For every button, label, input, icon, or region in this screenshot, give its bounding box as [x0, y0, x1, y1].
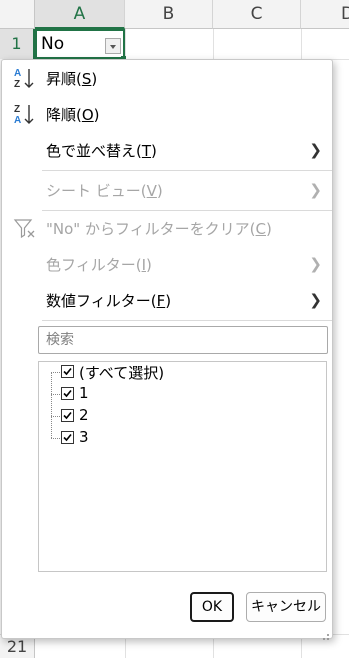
number-filter-label: 数値フィルター(F) [46, 292, 172, 310]
row-header-1[interactable]: 1 [0, 29, 35, 59]
column-label: C [250, 4, 263, 24]
color-filter-item: 色フィルター(I) ❯ [2, 246, 332, 282]
sort-descending-item[interactable]: Z A 降順(O) [2, 96, 332, 132]
chevron-right-icon: ❯ [309, 141, 322, 159]
chevron-right-icon: ❯ [309, 255, 322, 273]
chevron-right-icon: ❯ [309, 181, 322, 199]
list-item-label: 2 [79, 406, 89, 424]
list-item-label: 1 [79, 384, 89, 402]
color-filter-label: 色フィルター(I) [46, 256, 152, 274]
checkbox-checked-icon[interactable] [61, 387, 74, 400]
svg-text:A: A [14, 115, 21, 126]
tree-connector [51, 372, 60, 373]
sheet-view-item: シート ビュー(V) ❯ [2, 172, 332, 208]
clear-filter-icon [12, 216, 38, 240]
svg-text:Z: Z [14, 104, 20, 115]
autofilter-dropdown: A Z 昇順(S) Z A 降順(O) 色で並べ替え(T) ❯ シート ビュー(… [1, 59, 333, 640]
search-input[interactable] [38, 326, 328, 354]
filter-dropdown-button[interactable] [105, 38, 121, 54]
sort-descending-label: 降順(O) [46, 106, 100, 124]
checkbox-checked-icon[interactable] [61, 365, 74, 378]
clear-filter-item: "No" からフィルターをクリア(C) [2, 210, 332, 246]
clear-filter-label: "No" からフィルターをクリア(C) [46, 220, 272, 238]
resize-grip-icon[interactable] [320, 626, 330, 640]
select-all-corner[interactable] [0, 0, 35, 29]
list-item-label: (すべて選択) [79, 364, 165, 382]
column-header-a[interactable]: A [35, 0, 125, 29]
menu-separator [42, 170, 332, 171]
cell-a1[interactable]: No [35, 29, 125, 59]
column-header-d[interactable]: D [301, 0, 349, 29]
svg-text:Z: Z [14, 79, 20, 90]
column-header-b[interactable]: B [125, 0, 213, 29]
sort-ascending-icon: A Z [12, 66, 38, 90]
checkbox-checked-icon[interactable] [61, 431, 74, 444]
number-filter-item[interactable]: 数値フィルター(F) ❯ [2, 282, 332, 318]
checkbox-checked-icon[interactable] [61, 409, 74, 422]
column-header-c[interactable]: C [213, 0, 301, 29]
column-label: B [162, 4, 175, 24]
column-label: D [341, 4, 349, 24]
sort-by-color-label: 色で並べ替え(T) [46, 142, 157, 160]
menu-separator [42, 320, 332, 321]
cancel-button[interactable]: キャンセル [246, 592, 326, 622]
tree-connector [51, 394, 60, 395]
sort-ascending-item[interactable]: A Z 昇順(S) [2, 60, 332, 96]
row-label: 21 [6, 637, 28, 656]
ok-button[interactable]: OK [190, 592, 234, 622]
chevron-right-icon: ❯ [309, 291, 322, 309]
tree-line [51, 372, 52, 438]
list-item-label: 3 [79, 428, 89, 446]
filter-value-list[interactable]: (すべて選択) 1 2 3 [38, 361, 327, 572]
cell-a1-value: No [41, 34, 65, 54]
tree-connector [51, 416, 60, 417]
sort-by-color-item[interactable]: 色で並べ替え(T) ❯ [2, 132, 332, 168]
column-label: A [73, 4, 86, 24]
row-label: 1 [11, 34, 22, 53]
sheet-view-label: シート ビュー(V) [46, 182, 163, 200]
sort-ascending-label: 昇順(S) [46, 70, 98, 88]
sort-descending-icon: Z A [12, 102, 38, 126]
svg-text:A: A [14, 68, 21, 79]
tree-connector [51, 438, 60, 439]
